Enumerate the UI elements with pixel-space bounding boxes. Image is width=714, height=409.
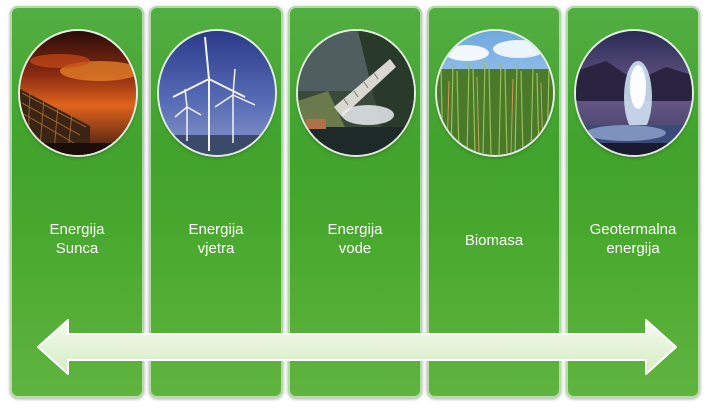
label-line-2: energija [606,240,660,257]
hydro-dam-photo [298,31,414,155]
solar-panels-photo [20,31,136,155]
panel-biomass-label: Biomasa [427,231,561,250]
panel-wind-label: Energija vjetra [149,220,283,258]
label-line-2: Sunca [55,240,99,257]
label-line-1: Energija [327,221,383,238]
double-headed-arrow-icon [37,319,677,375]
wind-turbines-photo [159,31,275,155]
label-line-1: Energija [49,221,105,238]
tall-grass-photo [437,31,553,155]
label-line-1: Energija [188,221,244,238]
panel-solar-label: Energija Sunca [10,220,144,258]
label-line-1: Geotermalna [589,221,677,238]
geyser-photo [576,31,692,155]
label-line-1: Biomasa [464,232,524,249]
panel-hydro-label: Energija vode [288,220,422,258]
panel-geothermal-label: Geotermalna energija [566,220,700,258]
label-line-2: vjetra [197,240,235,257]
label-line-2: vode [338,240,372,257]
